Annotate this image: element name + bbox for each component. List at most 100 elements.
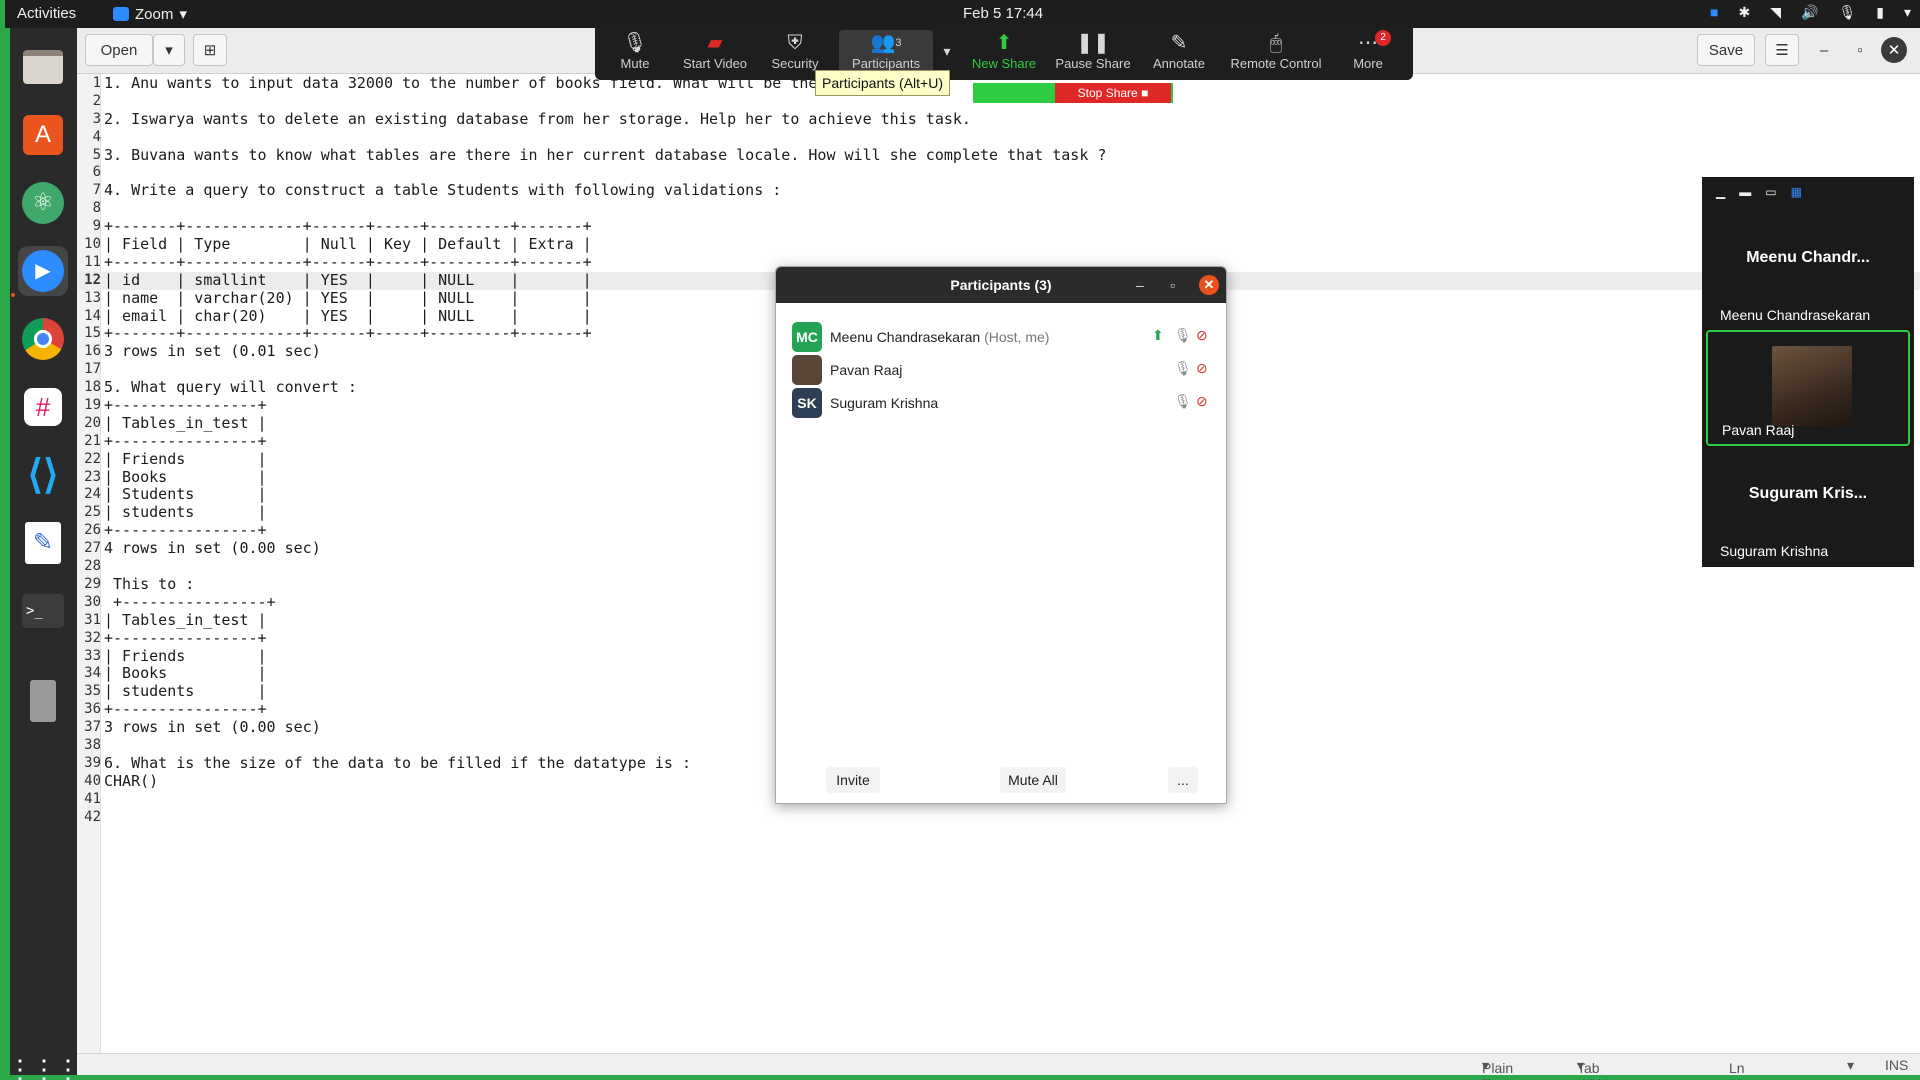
zoom-icon[interactable]: ▶ — [18, 246, 68, 296]
maximize-button[interactable]: ▫ — [1170, 267, 1175, 303]
tab-width-selector[interactable]: Tab Width: 8 ▾ — [1577, 1057, 1617, 1080]
participant-row[interactable]: SK Suguram Krishna 🎙 ⊘ — [776, 383, 1226, 421]
atom-icon[interactable]: ⚛ — [18, 178, 68, 228]
ubuntu-software-icon[interactable]: A — [18, 110, 68, 160]
grid-view-icon[interactable]: ▦ — [1791, 185, 1802, 199]
desktop: Activities Zoom ▾ Feb 5 17:44 ■ ✱ ◥ 🔊 🎙 … — [0, 0, 1920, 1080]
minimize-panel-icon[interactable]: ▁ — [1716, 185, 1725, 199]
remote-control-button[interactable]: 🖱 Remote Control — [1227, 30, 1325, 76]
new-share-button[interactable]: ⬆ New Share — [969, 30, 1039, 76]
usb-drive-icon[interactable] — [18, 676, 68, 726]
microphone-icon[interactable]: 🎙 — [1838, 4, 1856, 21]
open-dropdown-button[interactable]: ▾ — [153, 34, 185, 66]
mute-button[interactable]: 🎙 Mute — [607, 30, 663, 76]
close-button[interactable]: ✕ — [1199, 275, 1219, 295]
microphone-icon[interactable]: 🎙 — [1174, 360, 1192, 377]
line-number: 23 — [84, 468, 101, 485]
slack-icon[interactable]: # — [18, 382, 68, 432]
slack-tray-icon[interactable]: ✱ — [1739, 4, 1751, 21]
zoom-tray-icon[interactable]: ■ — [1710, 4, 1718, 21]
line-text: | name | varchar(20) | YES | | NULL | | — [104, 288, 592, 307]
video-off-icon[interactable]: ⊘ — [1196, 360, 1208, 377]
participant-name: Pavan Raaj — [830, 362, 903, 378]
code-line[interactable]: 10 | Field | Type | Null | Key | Default … — [77, 235, 1920, 254]
chevron-down-icon: ▾ — [179, 6, 187, 23]
video-tile[interactable]: Meenu Chandr... Meenu Chandrasekaran — [1706, 213, 1910, 329]
avatar: MC — [792, 322, 822, 352]
video-off-icon[interactable]: ⊘ — [1196, 327, 1208, 344]
gallery-view-icon[interactable]: ▭ — [1765, 185, 1776, 199]
code-line[interactable]: 3 2. Iswarya wants to delete an existing … — [77, 110, 1920, 129]
minimize-button[interactable]: – — [1136, 267, 1144, 303]
code-line[interactable]: 9 +-------+-------------+------+-----+---… — [77, 217, 1920, 236]
video-panel: ▁ ▬ ▭ ▦ Meenu Chandr... Meenu Chandrasek… — [1702, 177, 1914, 567]
battery-icon[interactable]: ▮ — [1876, 4, 1884, 21]
microphone-icon[interactable]: 🎙 — [1174, 393, 1192, 410]
line-text: 4. Write a query to construct a table St… — [104, 181, 782, 200]
line-number: 5 — [92, 146, 101, 163]
maximize-button[interactable]: ▫ — [1845, 34, 1875, 66]
code-line[interactable]: 5 3. Buvana wants to know what tables are… — [77, 146, 1920, 165]
close-button[interactable]: ✕ — [1881, 37, 1907, 63]
stop-share-button[interactable]: Stop Share ■ — [1055, 83, 1171, 103]
text-editor-icon[interactable]: ✎ — [18, 518, 68, 568]
invite-button[interactable]: Invite — [826, 767, 880, 793]
video-tile[interactable]: Suguram Kris... Suguram Krishna — [1706, 449, 1910, 565]
microphone-icon: 🎙 — [622, 32, 648, 54]
speaker-view-icon[interactable]: ▬ — [1739, 185, 1751, 199]
activities-button[interactable]: Activities — [17, 5, 76, 22]
volume-icon[interactable]: 🔊 — [1801, 4, 1818, 21]
code-line[interactable]: 8 — [77, 200, 1920, 218]
new-tab-button[interactable]: ⊞ — [193, 34, 227, 66]
line-number: 11 — [84, 253, 101, 270]
line-number: 34 — [84, 665, 101, 682]
wifi-icon[interactable]: ◥ — [1770, 4, 1781, 21]
code-line[interactable]: 7 4. Write a query to construct a table S… — [77, 181, 1920, 200]
line-text: | id | smallint | YES | | NULL | | — [104, 270, 592, 289]
line-number: 17 — [84, 361, 101, 378]
vscode-icon[interactable]: ⟨⟩ — [18, 450, 68, 500]
more-options-button[interactable]: ... — [1168, 767, 1198, 793]
line-number: 33 — [84, 647, 101, 664]
line-text: | Friends | — [104, 449, 267, 468]
chevron-down-icon[interactable]: ▾ — [1904, 4, 1911, 21]
open-button[interactable]: Open — [85, 34, 153, 66]
tile-label: Pavan Raaj — [1722, 422, 1795, 438]
start-video-button[interactable]: ▰ Start Video — [679, 30, 751, 76]
terminal-icon[interactable]: >_ — [18, 586, 68, 636]
video-tile-active-speaker[interactable]: Pavan Raaj — [1706, 330, 1910, 446]
remote-control-label: Remote Control — [1230, 56, 1322, 71]
code-line[interactable]: 6 — [77, 164, 1920, 182]
annotate-button[interactable]: ✎ Annotate — [1147, 30, 1211, 76]
save-button[interactable]: Save — [1697, 34, 1755, 66]
code-line[interactable]: 42 — [77, 809, 1920, 827]
pause-share-button[interactable]: ❚❚ Pause Share — [1055, 30, 1131, 76]
participant-name-group: Pavan Raaj — [830, 362, 902, 378]
files-icon[interactable] — [18, 42, 68, 92]
line-number: 28 — [84, 558, 101, 575]
line-number: 42 — [84, 808, 101, 825]
clock[interactable]: Feb 5 17:44 — [963, 5, 1043, 22]
more-button[interactable]: ⋯ More 2 — [1341, 30, 1395, 76]
share-screen-icon: ⬆ — [995, 32, 1013, 54]
system-tray[interactable]: ■ ✱ ◥ 🔊 🎙 ▮ ▾ — [1710, 4, 1911, 21]
participants-title-bar[interactable]: Participants (3) – ▫ ✕ — [776, 267, 1226, 303]
line-number: 14 — [84, 307, 101, 324]
hamburger-menu-button[interactable]: ☰ — [1765, 34, 1799, 66]
app-menu[interactable]: Zoom ▾ — [113, 5, 187, 23]
microphone-icon[interactable]: 🎙 — [1174, 327, 1192, 344]
line-text: | students | — [104, 503, 267, 522]
chevron-down-icon[interactable]: ▾ — [1847, 1057, 1854, 1074]
zoom-share-toolbar: 🎙 Mute ▰ Start Video ⛨ Security 👥3 Participa… — [595, 28, 1413, 80]
chrome-icon[interactable] — [18, 314, 68, 364]
line-number: 27 — [84, 540, 101, 557]
mute-all-button[interactable]: Mute All — [1000, 767, 1066, 793]
video-off-icon[interactable]: ⊘ — [1196, 393, 1208, 410]
language-selector[interactable]: Plain Text ▾ — [1482, 1057, 1513, 1080]
show-apps-icon[interactable]: ⋮⋮⋮ — [7, 1044, 81, 1080]
video-layout-controls: ▁ ▬ ▭ ▦ — [1702, 177, 1914, 207]
code-line[interactable]: 4 — [77, 129, 1920, 147]
security-label: Security — [771, 56, 819, 71]
minimize-button[interactable]: – — [1809, 34, 1839, 66]
new-document-icon: ⊞ — [203, 42, 217, 59]
